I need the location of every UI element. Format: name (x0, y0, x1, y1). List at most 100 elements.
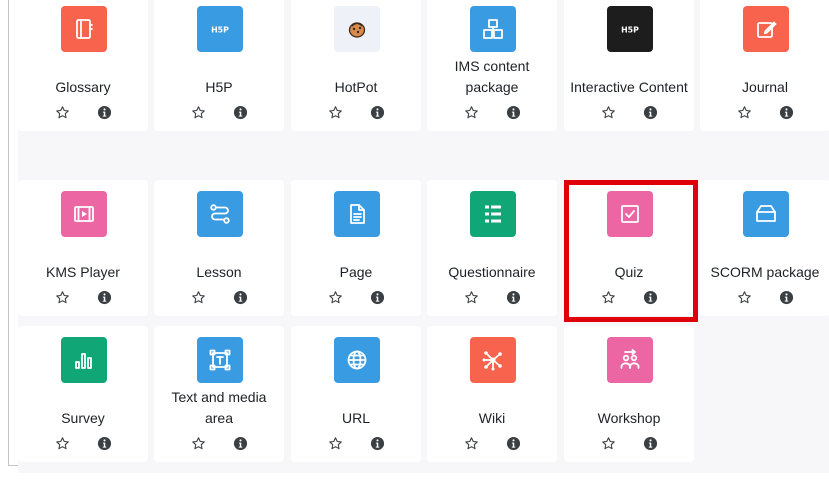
info-icon[interactable] (96, 289, 112, 305)
info-icon[interactable] (642, 289, 658, 305)
module-tile-quiz[interactable]: Quiz (564, 180, 694, 316)
module-actions (427, 288, 557, 306)
star-outline-icon[interactable] (463, 104, 479, 120)
info-icon[interactable] (232, 289, 248, 305)
star-outline-icon[interactable] (54, 289, 70, 305)
module-actions (291, 434, 421, 452)
module-name: Journal (742, 79, 788, 95)
book-icon (61, 6, 107, 52)
module-actions (18, 103, 148, 121)
box-icon (743, 191, 789, 237)
module-name: URL (341, 410, 370, 426)
module-name: Lesson (196, 264, 242, 280)
star-outline-icon[interactable] (736, 289, 752, 305)
star-outline-icon[interactable] (600, 104, 616, 120)
star-outline-icon[interactable] (463, 435, 479, 451)
module-name: SCORM package (710, 264, 820, 280)
star-outline-icon[interactable] (190, 435, 206, 451)
module-actions (564, 103, 694, 121)
info-icon[interactable] (369, 435, 385, 451)
svg-text:H5P: H5P (211, 25, 229, 34)
module-tile-ims-content-package[interactable]: IMS content package (427, 0, 557, 131)
module-name: Questionnaire (448, 264, 536, 280)
document-icon (334, 191, 380, 237)
info-icon[interactable] (778, 289, 794, 305)
info-icon[interactable] (369, 289, 385, 305)
module-name: Wiki (478, 410, 506, 426)
module-name: Text and media area (171, 389, 267, 426)
info-icon[interactable] (505, 104, 521, 120)
star-outline-icon[interactable] (54, 104, 70, 120)
module-actions (154, 103, 284, 121)
star-outline-icon[interactable] (54, 435, 70, 451)
star-outline-icon[interactable] (327, 104, 343, 120)
info-icon[interactable] (642, 435, 658, 451)
module-actions (154, 434, 284, 452)
info-icon[interactable] (96, 104, 112, 120)
module-tile-h5p[interactable]: H5P H5P (154, 0, 284, 131)
video-player-icon (61, 191, 107, 237)
info-icon[interactable] (778, 104, 794, 120)
module-tile-interactive-content[interactable]: H5P Interactive Content (564, 0, 694, 131)
h5p-logo-icon: H5P (607, 6, 653, 52)
info-icon[interactable] (96, 435, 112, 451)
module-tile-url[interactable]: URL (291, 326, 421, 462)
module-tile-lesson[interactable]: Lesson (154, 180, 284, 316)
module-actions (18, 434, 148, 452)
module-name: Page (339, 264, 373, 280)
module-actions (154, 288, 284, 306)
module-actions (564, 288, 694, 306)
module-actions (700, 288, 829, 306)
list-icon (470, 191, 516, 237)
star-outline-icon[interactable] (463, 289, 479, 305)
star-outline-icon[interactable] (600, 435, 616, 451)
star-outline-icon[interactable] (736, 104, 752, 120)
checkbox-icon (607, 191, 653, 237)
module-name: Quiz (614, 264, 644, 280)
star-outline-icon[interactable] (190, 289, 206, 305)
module-actions (564, 434, 694, 452)
star-outline-icon[interactable] (327, 435, 343, 451)
info-icon[interactable] (505, 289, 521, 305)
module-tile-glossary[interactable]: Glossary (18, 0, 148, 131)
hotpot-icon (334, 6, 380, 52)
star-outline-icon[interactable] (190, 104, 206, 120)
module-name: KMS Player (46, 264, 120, 280)
pencil-square-icon (743, 6, 789, 52)
text-frame-icon (197, 337, 243, 383)
module-name: H5P (205, 79, 233, 95)
module-name: Glossary (55, 79, 111, 95)
module-actions (291, 288, 421, 306)
module-tile-page[interactable]: Page (291, 180, 421, 316)
module-name: Survey (61, 410, 105, 426)
module-tile-scorm-package[interactable]: SCORM package (700, 180, 829, 316)
module-tile-workshop[interactable]: Workshop (564, 326, 694, 462)
module-name: IMS content package (454, 58, 530, 95)
module-tile-kms-player[interactable]: KMS Player (18, 180, 148, 316)
module-name: Interactive Content (570, 79, 688, 95)
module-tile-survey[interactable]: Survey (18, 326, 148, 462)
svg-text:H5P: H5P (621, 25, 639, 34)
star-outline-icon[interactable] (600, 289, 616, 305)
h5p-logo-icon: H5P (197, 6, 243, 52)
module-name: Workshop (597, 410, 661, 426)
module-tile-hotpot[interactable]: HotPot (291, 0, 421, 131)
module-tile-questionnaire[interactable]: Questionnaire (427, 180, 557, 316)
info-icon[interactable] (232, 435, 248, 451)
star-outline-icon[interactable] (327, 289, 343, 305)
info-icon[interactable] (232, 104, 248, 120)
module-tile-journal[interactable]: Journal (700, 0, 829, 131)
module-tile-text-and-media-area[interactable]: Text and media area (154, 326, 284, 462)
module-actions (291, 103, 421, 121)
module-tile-wiki[interactable]: Wiki (427, 326, 557, 462)
module-name: HotPot (334, 79, 378, 95)
package-icon (470, 6, 516, 52)
info-icon[interactable] (505, 435, 521, 451)
lesson-path-icon (197, 191, 243, 237)
people-icon (607, 337, 653, 383)
info-icon[interactable] (642, 104, 658, 120)
module-actions (427, 103, 557, 121)
module-actions (18, 288, 148, 306)
frame-border-left (8, 0, 9, 466)
info-icon[interactable] (369, 104, 385, 120)
